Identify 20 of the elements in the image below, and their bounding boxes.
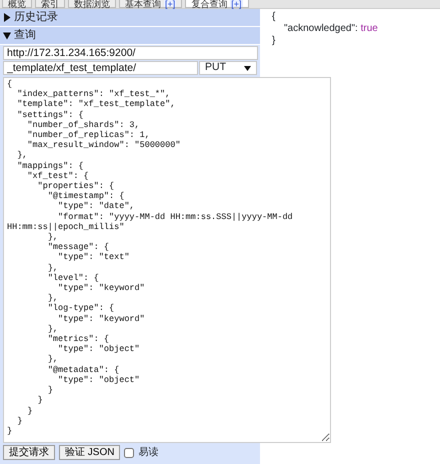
add-tab-link[interactable]: [+] xyxy=(230,0,243,7)
url-field[interactable]: http://172.31.234.165:9200/ xyxy=(3,46,258,60)
caret-down-icon xyxy=(3,31,11,40)
json-brace: } xyxy=(272,35,276,47)
action-button[interactable]: 提交请求 xyxy=(3,445,55,460)
checkbox-label[interactable]: 易读 xyxy=(138,445,158,460)
caret-down-icon xyxy=(244,66,251,70)
json-brace: { xyxy=(272,11,276,23)
section-header[interactable]: 查询 xyxy=(0,27,260,45)
tab[interactable]: 概览 xyxy=(2,0,32,8)
method-select[interactable]: PUT xyxy=(199,61,257,75)
section-header[interactable]: 历史记录 xyxy=(0,9,260,27)
path-field[interactable]: _template/xf_test_template/ xyxy=(3,61,198,75)
json-value: true xyxy=(360,23,378,34)
add-tab-link[interactable]: [+] xyxy=(164,0,176,7)
pretty-checkbox[interactable] xyxy=(124,448,134,458)
action-button[interactable]: 验证 JSON xyxy=(59,445,120,460)
json-key: "acknowledged": xyxy=(284,23,358,34)
request-body-field[interactable]: { "index_patterns": "xf_test_*", "template": "xf_test_template", "settings": { "number_of_shards": 3, "number_of_replicas": 1, "max_result_window": "5000000" }, "mappings": { "xf_test": { "properties": { "@timestamp": { "type": "date", "format": "yyyy-MM-dd HH:mm:ss.SSS||yyyy-MM-dd HH:mm:ss||epoch_millis" }, "message": { "type": "text" }, "level": { "type": "keyword" }, "log-type": { "type": "keyword" }, "metrics": { "type": "object" }, "@metadata": { "type": "object" } } } } } xyxy=(3,77,331,443)
caret-right-icon xyxy=(3,13,11,22)
